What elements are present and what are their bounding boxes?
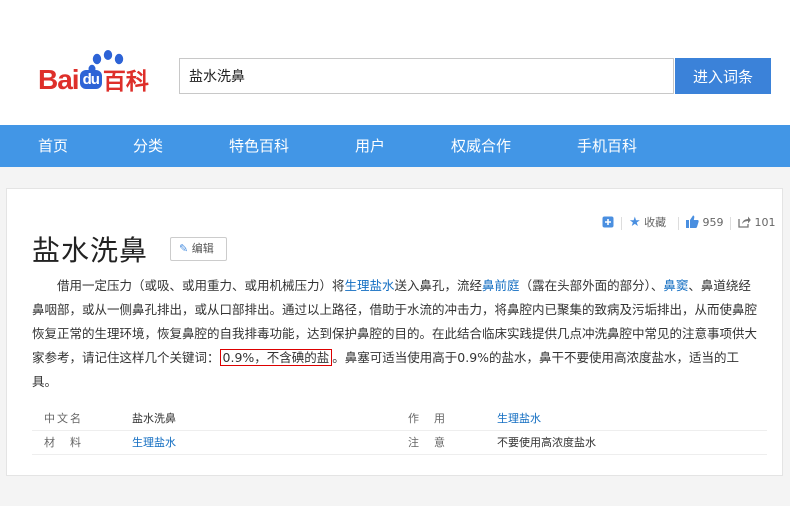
search-input[interactable] bbox=[180, 59, 668, 93]
share-icon bbox=[738, 216, 751, 228]
logo-bai: Bai bbox=[38, 64, 80, 95]
edit-button[interactable]: ✎ 编辑 bbox=[170, 237, 227, 261]
info-label: 注 意 bbox=[408, 436, 447, 449]
baidu-baike-logo[interactable]: Bai du 百科 bbox=[38, 50, 166, 96]
nav-item-home[interactable]: 首页 bbox=[38, 125, 68, 167]
link-saline[interactable]: 生理盐水 bbox=[345, 278, 395, 293]
tool-divider bbox=[621, 217, 622, 230]
share-button[interactable]: 101 bbox=[738, 214, 776, 232]
summary-text: （露在头部外面的部分）、 bbox=[519, 278, 664, 293]
like-count: 959 bbox=[702, 216, 724, 229]
favorite-label: 收藏 bbox=[644, 216, 667, 229]
nav-item-mobile[interactable]: 手机百科 bbox=[577, 125, 637, 167]
entry-title: 盐水洗鼻 bbox=[32, 234, 149, 267]
nav-item-featured[interactable]: 特色百科 bbox=[229, 125, 289, 167]
nav-item-users[interactable]: 用户 bbox=[355, 125, 385, 167]
info-label: 材 料 bbox=[44, 436, 83, 449]
star-icon: ★ bbox=[629, 215, 641, 230]
link-sinus[interactable]: 鼻窦 bbox=[663, 278, 688, 293]
edit-label: 编辑 bbox=[191, 242, 214, 255]
thumbs-up-icon bbox=[686, 215, 699, 228]
main-nav: 首页 分类 特色百科 用户 权威合作 手机百科 bbox=[0, 125, 790, 167]
nav-item-category[interactable]: 分类 bbox=[133, 125, 163, 167]
entry-tools: ★ 收藏 959 101 bbox=[602, 214, 782, 232]
link-nasal-vestibule[interactable]: 鼻前庭 bbox=[482, 278, 520, 293]
info-value: 不要使用高浓度盐水 bbox=[497, 436, 596, 449]
summary-paragraph: 借用一定压力（或吸、或用重力、或用机械压力）将生理盐水送入鼻孔，流经鼻前庭（露在… bbox=[32, 274, 762, 394]
logo-du: du bbox=[79, 70, 102, 90]
summary-text: 借用一定压力（或吸、或用重力、或用机械压力）将 bbox=[57, 278, 345, 293]
entry-summary: 借用一定压力（或吸、或用重力、或用机械压力）将生理盐水送入鼻孔，流经鼻前庭（露在… bbox=[32, 274, 762, 394]
entry-card: ★ 收藏 959 101 盐水洗鼻 ✎ 编辑 借用一定压力（或吸、或用重力、或用… bbox=[6, 188, 783, 476]
share-count: 101 bbox=[754, 216, 776, 229]
info-label: 中文名 bbox=[44, 412, 83, 425]
tool-divider bbox=[678, 217, 679, 230]
link-info-material[interactable]: 生理盐水 bbox=[132, 431, 176, 454]
favorite-button[interactable]: ★ 收藏 bbox=[629, 214, 666, 232]
link-info-saline[interactable]: 生理盐水 bbox=[497, 407, 541, 430]
basic-info-table: 中文名 盐水洗鼻 作 用 生理盐水 材 料 生理盐水 注 意 不要使用高浓度盐水 bbox=[32, 407, 767, 455]
search-box bbox=[179, 58, 674, 94]
basic-info-row: 材 料 生理盐水 注 意 不要使用高浓度盐水 bbox=[32, 431, 767, 455]
tool-divider bbox=[730, 217, 731, 230]
info-label: 作 用 bbox=[408, 412, 447, 425]
logo-baike: 百科 bbox=[102, 68, 149, 94]
info-value: 盐水洗鼻 bbox=[132, 412, 176, 425]
basic-info-row: 中文名 盐水洗鼻 作 用 生理盐水 bbox=[32, 407, 767, 431]
add-icon[interactable] bbox=[602, 214, 614, 232]
enter-entry-button[interactable]: 进入词条 bbox=[675, 58, 771, 94]
header: Baidu百科 进入词条 bbox=[0, 0, 790, 125]
logo-text: Bai du 百科 bbox=[38, 62, 149, 96]
highlighted-keywords: 0.9%，不含碘的盐 bbox=[219, 349, 333, 366]
pencil-icon: ✎ bbox=[179, 242, 189, 255]
summary-text: 送入鼻孔，流经 bbox=[394, 278, 483, 293]
nav-item-partners[interactable]: 权威合作 bbox=[451, 125, 511, 167]
like-button[interactable]: 959 bbox=[686, 214, 724, 232]
